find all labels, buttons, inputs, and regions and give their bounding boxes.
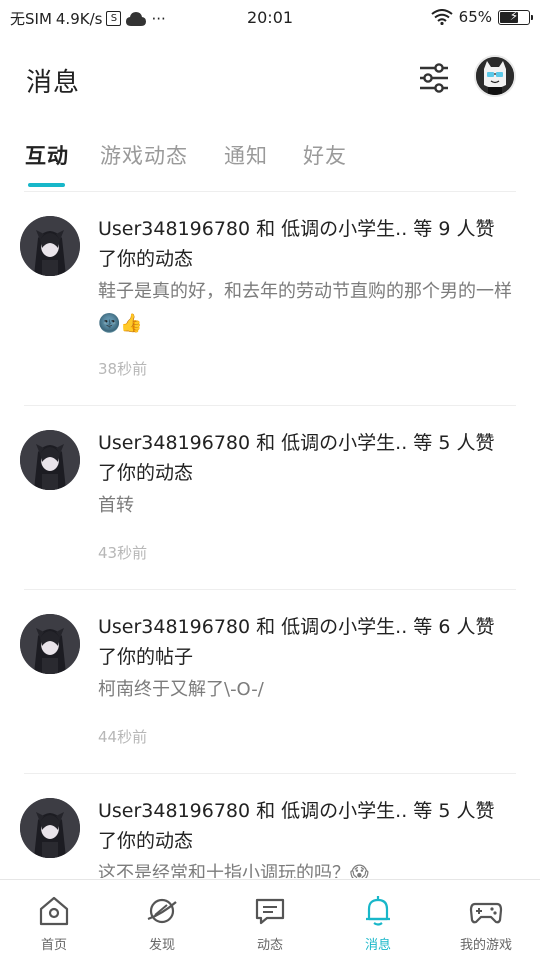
message-title-line1: User348196780 和 低调の小学生.. 等 6 人赞	[98, 616, 495, 638]
chat-icon	[255, 898, 285, 925]
bell-icon	[366, 896, 390, 926]
wifi-icon	[431, 9, 453, 25]
message-time: 44秒前	[98, 728, 148, 746]
nav-home[interactable]: 首页	[0, 880, 108, 961]
message-title-line2: 了你的动态	[98, 830, 194, 852]
anime-avatar-icon	[20, 216, 80, 276]
page-header: 消息	[0, 52, 540, 108]
charging-bolt-icon: ⚡	[509, 8, 519, 23]
status-right: 65% ⚡	[431, 8, 533, 26]
nav-home-label: 首页	[40, 938, 67, 953]
sender-avatar[interactable]	[20, 614, 80, 674]
tab-friends[interactable]: 好友	[303, 140, 347, 170]
home-icon	[39, 896, 69, 926]
message-title-line1: User348196780 和 低调の小学生.. 等 5 人赞	[98, 800, 495, 822]
battery-percent: 65%	[458, 8, 492, 26]
sliders-icon	[420, 63, 448, 93]
message-time: 38秒前	[98, 360, 148, 378]
bottom-navigation: 首页 发现 动态 消息 我的游戏	[0, 879, 540, 961]
message-title-line2: 了你的动态	[98, 462, 194, 484]
message-feed[interactable]: User348196780 和 低调の小学生.. 等 9 人赞 了你的动态 鞋子…	[0, 192, 540, 878]
tab-game-updates[interactable]: 游戏动态	[100, 140, 188, 170]
anime-avatar-icon	[20, 430, 80, 490]
planet-icon	[147, 898, 177, 924]
message-title-line1: User348196780 和 低调の小学生.. 等 5 人赞	[98, 432, 495, 454]
message-tabs: 互动 游戏动态 通知 好友	[0, 136, 540, 192]
message-title-line1: User348196780 和 低调の小学生.. 等 9 人赞	[98, 218, 495, 240]
nav-discover-label: 发现	[148, 938, 175, 953]
nav-messages-label: 消息	[364, 938, 391, 953]
message-item[interactable]: User348196780 和 低调の小学生.. 等 5 人赞 了你的动态 这不…	[0, 774, 540, 878]
user-avatar-button[interactable]	[474, 55, 516, 97]
nav-discover[interactable]: 发现	[108, 880, 216, 961]
nav-feed-label: 动态	[256, 938, 283, 953]
anime-avatar-icon	[20, 614, 80, 674]
message-item[interactable]: User348196780 和 低调の小学生.. 等 5 人赞 了你的动态 首转…	[0, 406, 540, 590]
page-title: 消息	[26, 68, 81, 98]
status-bar: 无SIM 4.9K/s S ··· 20:01 65% ⚡	[0, 0, 540, 36]
gamepad-icon	[469, 902, 503, 924]
message-body: 首转	[98, 495, 134, 516]
message-body: 鞋子是真的好，和去年的劳动节直购的那个男的一样🌚👍	[98, 281, 512, 334]
nav-feed[interactable]: 动态	[216, 880, 324, 961]
message-title-line2: 了你的帖子	[98, 646, 194, 668]
cat-avatar-icon	[476, 57, 514, 95]
nav-my-games-label: 我的游戏	[459, 938, 512, 953]
sender-avatar[interactable]	[20, 216, 80, 276]
nav-messages[interactable]: 消息	[324, 880, 432, 961]
tab-interaction[interactable]: 互动	[25, 140, 69, 170]
tab-notifications[interactable]: 通知	[224, 140, 268, 170]
message-time: 43秒前	[98, 544, 148, 562]
sender-avatar[interactable]	[20, 798, 80, 858]
message-item[interactable]: User348196780 和 低调の小学生.. 等 6 人赞 了你的帖子 柯南…	[0, 590, 540, 774]
message-title-line2: 了你的动态	[98, 248, 194, 270]
message-body: 这不是经常和十指小调玩的吗？😱	[98, 863, 369, 878]
battery-icon: ⚡	[498, 8, 533, 25]
nav-my-games[interactable]: 我的游戏	[432, 880, 540, 961]
filter-settings-button[interactable]	[416, 60, 452, 96]
message-item[interactable]: User348196780 和 低调の小学生.. 等 9 人赞 了你的动态 鞋子…	[0, 192, 540, 406]
message-body: 柯南终于又解了\-O-/	[98, 679, 264, 700]
anime-avatar-icon	[20, 798, 80, 858]
active-tab-indicator	[28, 183, 65, 187]
sender-avatar[interactable]	[20, 430, 80, 490]
